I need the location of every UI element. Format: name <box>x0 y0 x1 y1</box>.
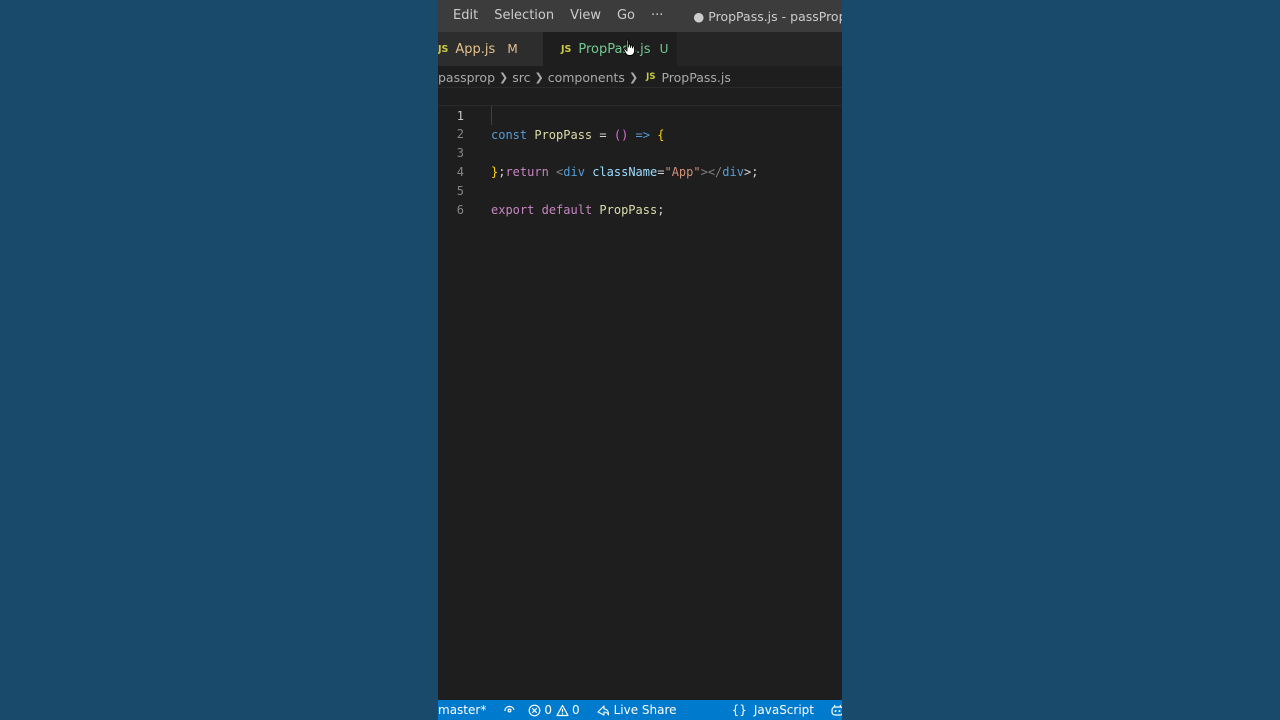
js-file-icon: JS <box>561 43 572 55</box>
code-line[interactable]: 6 <box>438 182 842 217</box>
code-line[interactable]: 4 <box>438 144 842 179</box>
menu-edit[interactable]: Edit <box>438 0 486 32</box>
breadcrumb-item-passprop[interactable]: passprop <box>438 70 495 85</box>
hand-pointer-cursor-icon <box>623 39 635 56</box>
code-editor[interactable]: 1 const PropPass = () => { 2 return <div… <box>438 87 842 700</box>
error-count: 0 <box>544 703 552 717</box>
line-number: 6 <box>456 203 464 217</box>
js-file-icon: JS <box>438 43 449 55</box>
warning-count: 0 <box>571 703 580 717</box>
live-share-button[interactable]: Live Share <box>596 703 677 717</box>
menu-view[interactable]: View <box>562 0 609 32</box>
vscode-window: Edit Selection View Go ··· ● PropPass.js… <box>438 0 842 720</box>
menu-bar: Edit Selection View Go ··· ● PropPass.js… <box>438 0 842 32</box>
tab-status-modified: M <box>507 42 518 56</box>
copilot-icon[interactable] <box>830 704 842 717</box>
tab-label: App.js <box>455 41 496 57</box>
braces-icon: {} <box>731 703 747 717</box>
breadcrumb-item-src[interactable]: src <box>512 70 530 85</box>
chevron-right-icon: ❯ <box>628 70 639 84</box>
breadcrumb-item-components[interactable]: components <box>548 70 625 85</box>
language-label: JavaScript <box>753 703 814 717</box>
chevron-right-icon: ❯ <box>534 70 544 84</box>
error-icon <box>528 704 541 716</box>
menu-more[interactable]: ··· <box>643 0 671 32</box>
status-bar: master* 0 0 Live Share {} JavaScript <box>438 700 842 720</box>
tab-label: PropPass.js <box>578 41 651 57</box>
breadcrumb-item-file[interactable]: PropPass.js <box>661 70 730 85</box>
code-token: ; <box>657 203 665 217</box>
code-line[interactable]: 1 const PropPass = () => { <box>438 87 842 142</box>
live-share-label: Live Share <box>613 703 677 717</box>
code-line[interactable]: 3 }; <box>438 125 842 179</box>
branch-label: master* <box>438 703 487 717</box>
indent-guide <box>491 106 492 125</box>
chevron-right-icon: ❯ <box>499 70 509 84</box>
tab-proppass-js[interactable]: JS PropPass.js U <box>543 32 677 66</box>
code-token: PropPass <box>599 203 658 217</box>
tab-status-untracked: U <box>659 42 669 56</box>
code-token: export <box>491 203 535 217</box>
problems-status[interactable]: 0 0 <box>528 703 580 717</box>
code-line[interactable]: 5 export default PropPass; <box>438 163 842 217</box>
warning-icon <box>556 704 569 716</box>
language-mode[interactable]: {} JavaScript <box>732 703 814 717</box>
live-share-icon <box>597 704 609 716</box>
git-branch-status[interactable]: master* <box>438 703 486 717</box>
tab-bar: JS App.js M JS PropPass.js U <box>438 32 842 66</box>
tab-app-js[interactable]: JS App.js M <box>438 32 543 66</box>
menu-selection[interactable]: Selection <box>486 0 562 32</box>
js-file-icon: JS <box>646 72 656 82</box>
window-title: ● PropPass.js - passProps - Vis <box>693 8 842 24</box>
code-token: default <box>541 203 593 217</box>
breadcrumb: passprop ❯ src ❯ components ❯ JS PropPas… <box>438 66 842 88</box>
menu-go[interactable]: Go <box>609 0 643 32</box>
code-line[interactable]: 2 return <div className="App"></div>; <box>438 106 842 179</box>
sync-icon[interactable] <box>503 704 516 716</box>
